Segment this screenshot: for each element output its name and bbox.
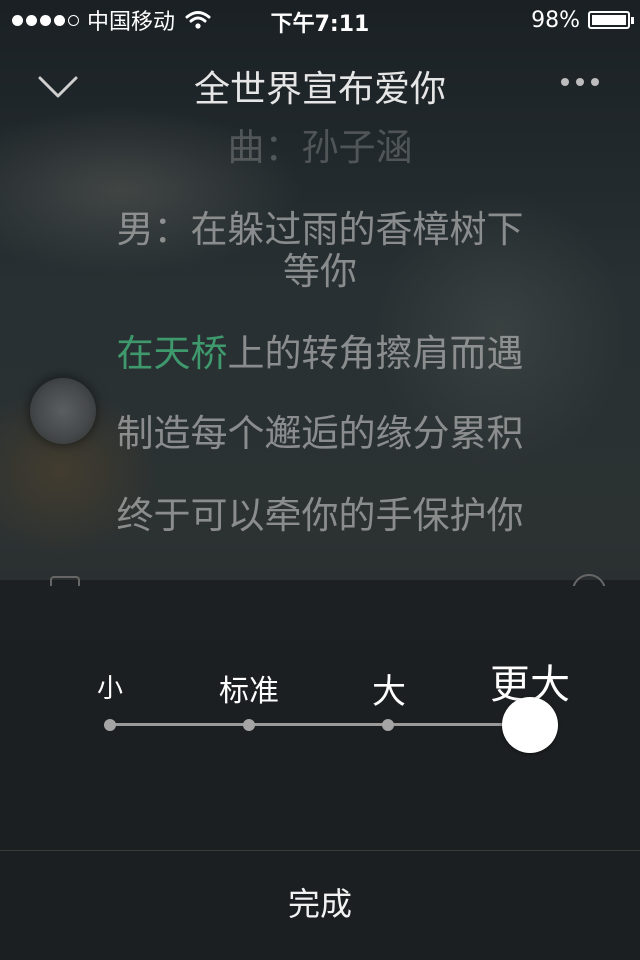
circle-icon: [572, 574, 606, 586]
slider-tick[interactable]: [382, 719, 394, 731]
slider-tick[interactable]: [243, 719, 255, 731]
size-option-small[interactable]: 小: [90, 668, 130, 705]
lyric-line: 终于可以牵你的手保护你: [116, 494, 524, 537]
hidden-controls-peek: [0, 572, 640, 586]
lyrics-view[interactable]: 曲：孙子涵 男：在躲过雨的香樟树下 等你 在天桥上的转角擦肩而遇 制造每个邂逅的…: [0, 120, 640, 580]
lyric-line-current: 在天桥上的转角擦肩而遇: [0, 332, 640, 376]
size-option-standard[interactable]: 标准: [209, 666, 289, 710]
song-title: 全世界宣布爱你: [193, 69, 446, 110]
player-header: 全世界宣布爱你: [0, 50, 640, 120]
status-bar: 中国移动 下午7:11 98%: [0, 0, 640, 40]
battery-percent: 98%: [531, 7, 580, 33]
floating-assistive-button[interactable]: [30, 378, 96, 444]
done-button[interactable]: 完成: [0, 851, 640, 960]
font-size-slider-thumb[interactable]: [502, 697, 558, 753]
more-dots-icon[interactable]: [560, 76, 600, 88]
slider-tick[interactable]: [104, 719, 116, 731]
checkbox-icon: [50, 576, 80, 586]
lyric-line: 男：在躲过雨的香樟树下: [116, 208, 524, 251]
lyric-remainder: 上的转角擦肩而遇: [227, 332, 524, 375]
lyric-line: 等你: [283, 250, 357, 293]
status-right: 98%: [531, 6, 634, 34]
lyric-line: 制造每个邂逅的缘分累积: [116, 412, 524, 455]
lyric-line-credits: 曲：孙子涵: [227, 126, 413, 169]
size-option-large[interactable]: 大: [363, 664, 415, 713]
battery-icon: [588, 11, 634, 29]
lyric-highlight: 在天桥: [116, 332, 228, 375]
font-size-slider-track[interactable]: [110, 723, 530, 726]
